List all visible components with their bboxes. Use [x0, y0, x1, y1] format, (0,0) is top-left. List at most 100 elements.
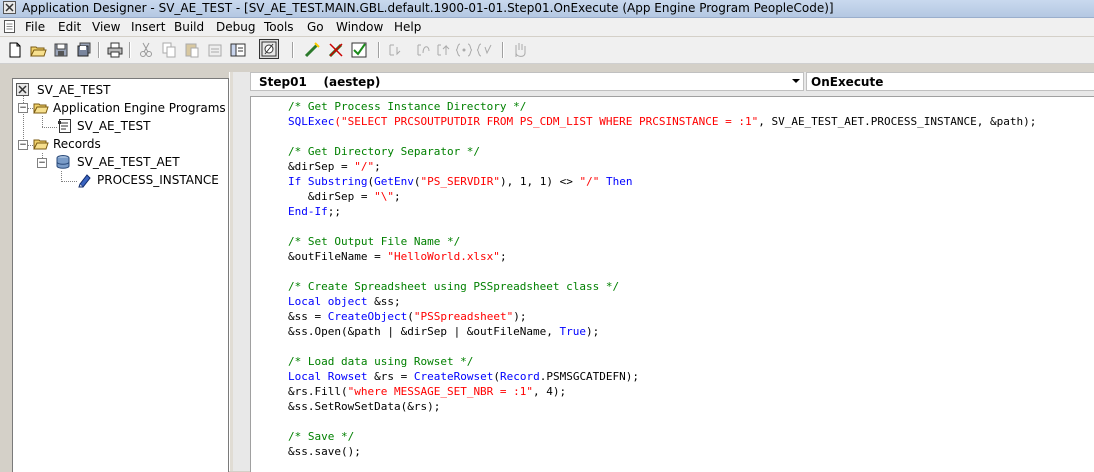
menu-edit[interactable]: Edit — [58, 20, 81, 34]
code-line[interactable] — [288, 264, 1036, 279]
document-icon[interactable] — [3, 20, 16, 33]
menu-file[interactable]: File — [25, 20, 45, 34]
chevron-down-icon[interactable] — [792, 79, 800, 83]
code-line[interactable]: If Substring(GetEnv("PS_SERVDIR"), 1, 1)… — [288, 174, 1036, 189]
code-line[interactable]: /* Load data using Rowset */ — [288, 354, 1036, 369]
code-line[interactable]: /* Get Process Instance Directory */ — [288, 99, 1036, 114]
code-line[interactable] — [288, 339, 1036, 354]
code-line[interactable] — [288, 219, 1036, 234]
code-token: /* Get Process Instance Directory */ — [288, 100, 527, 113]
code-token: &ss = — [288, 310, 328, 323]
save-icon[interactable] — [52, 41, 70, 59]
menu-window[interactable]: Window — [336, 20, 383, 34]
code-token: "\" — [374, 190, 394, 203]
object-select[interactable]: Step01 (aestep) — [250, 72, 804, 91]
code-token: /* Set Output File Name */ — [288, 235, 461, 248]
code-token: If — [288, 175, 308, 188]
code-token: True — [559, 325, 587, 338]
title-bar: Application Designer - SV_AE_TEST - [SV_… — [0, 0, 1094, 18]
code-line[interactable]: Local object &ss; — [288, 294, 1036, 309]
collapse-toggle[interactable]: − — [18, 140, 28, 150]
properties-icon[interactable] — [206, 41, 224, 59]
print-icon[interactable] — [106, 41, 124, 59]
event-select-value: OnExecute — [811, 75, 884, 89]
check-icon[interactable] — [350, 41, 368, 59]
toolbar-separator — [502, 42, 504, 58]
code-token: CreateRowset — [413, 370, 494, 383]
code-token: SQLExec — [288, 115, 335, 128]
validate-icon[interactable] — [303, 41, 321, 59]
code-token: /* Load data using Rowset */ — [288, 355, 474, 368]
code-line[interactable]: &ss.save(); — [288, 444, 1036, 459]
code-line[interactable]: /* Save */ — [288, 429, 1036, 444]
code-line[interactable]: &dirSep = "\"; — [288, 189, 1036, 204]
code-token: Record — [499, 370, 540, 383]
code-line[interactable]: &ss.SetRowSetData(&rs); — [288, 399, 1036, 414]
code-token: Local object — [288, 295, 368, 308]
project-workspace-icon[interactable] — [229, 41, 247, 59]
code-token: ; — [393, 190, 401, 203]
folder-open-icon — [33, 100, 49, 116]
peoplecode-editor[interactable]: /* Get Process Instance Directory */SQLE… — [250, 96, 1094, 472]
code-line[interactable]: End-If;; — [288, 204, 1036, 219]
copy-icon[interactable] — [160, 41, 178, 59]
tree-item-label: SV_AE_TEST — [77, 119, 151, 133]
code-token: ( — [493, 370, 500, 383]
step-out-icon[interactable] — [434, 41, 452, 59]
code-line[interactable]: &rs.Fill("where MESSAGE_SET_NBR = :1", 4… — [288, 384, 1036, 399]
field-icon — [77, 172, 93, 188]
event-select[interactable]: OnExecute — [806, 72, 1094, 91]
tree-item-label: SV_AE_TEST — [37, 83, 111, 97]
toolbar-separator — [378, 42, 380, 58]
code-line[interactable]: /* Create Spreadsheet using PSSpreadshee… — [288, 279, 1036, 294]
code-token: ("SELECT PRCSOUTPUTDIR FROM PS_CDM_LIST … — [334, 115, 759, 128]
compile-icon[interactable] — [327, 41, 345, 59]
code-token: ); — [586, 325, 600, 338]
code-line[interactable] — [288, 129, 1036, 144]
code-token: &rs = — [367, 370, 414, 383]
code-text[interactable]: /* Get Process Instance Directory */SQLE… — [288, 99, 1036, 459]
tree-connector — [61, 181, 77, 182]
code-token: End-If — [288, 205, 328, 218]
code-line[interactable]: Local Rowset &rs = CreateRowset(Record.P… — [288, 369, 1036, 384]
paste-icon[interactable] — [183, 41, 201, 59]
code-line[interactable]: &ss.Open(&path | &dirSep | &outFileName,… — [288, 324, 1036, 339]
code-token: "PSSpreadsheet" — [413, 310, 514, 323]
step-into-icon[interactable] — [386, 41, 404, 59]
code-token: Substring — [307, 175, 368, 188]
tree-item-label: Application Engine Programs — [53, 101, 226, 115]
menu-help[interactable]: Help — [394, 20, 421, 34]
code-line[interactable]: &dirSep = "/"; — [288, 159, 1036, 174]
collapse-toggle[interactable]: − — [18, 103, 28, 113]
ae-program-icon — [57, 118, 73, 134]
collapse-toggle[interactable]: − — [37, 158, 47, 168]
cut-icon[interactable] — [137, 41, 155, 59]
step-over-icon[interactable] — [414, 41, 432, 59]
code-line[interactable]: &ss = CreateObject("PSSpreadsheet"); — [288, 309, 1036, 324]
toolbar-separator — [292, 42, 294, 58]
menu-view[interactable]: View — [92, 20, 120, 34]
menu-insert[interactable]: Insert — [131, 20, 165, 34]
local-variables-icon[interactable] — [476, 41, 494, 59]
menu-debug[interactable]: Debug — [216, 20, 255, 34]
menu-go[interactable]: Go — [307, 20, 324, 34]
menu-tools[interactable]: Tools — [264, 20, 294, 34]
save-all-icon[interactable] — [75, 41, 93, 59]
open-icon[interactable] — [29, 41, 47, 59]
code-line[interactable]: SQLExec("SELECT PRCSOUTPUTDIR FROM PS_CD… — [288, 114, 1036, 129]
app-designer-icon — [3, 1, 16, 14]
code-token: , SV_AE_TEST_AET.PROCESS_INSTANCE, &path… — [758, 115, 1037, 128]
code-line[interactable]: &outFileName = "HelloWorld.xlsx"; — [288, 249, 1036, 264]
tree-item-label: SV_AE_TEST_AET — [77, 155, 180, 169]
window-title: Application Designer - SV_AE_TEST - [SV_… — [22, 1, 834, 15]
code-line[interactable] — [288, 414, 1036, 429]
hand-icon[interactable] — [511, 41, 529, 59]
new-icon[interactable] — [6, 41, 24, 59]
menu-build[interactable]: Build — [174, 20, 204, 34]
code-token: /* Create Spreadsheet using PSSpreadshee… — [288, 280, 620, 293]
code-line[interactable]: /* Set Output File Name */ — [288, 234, 1036, 249]
watch-icon[interactable] — [455, 41, 473, 59]
output-window-icon[interactable] — [259, 39, 279, 59]
code-line[interactable]: /* Get Directory Separator */ — [288, 144, 1036, 159]
object-select-value: Step01 (aestep) — [259, 75, 381, 89]
